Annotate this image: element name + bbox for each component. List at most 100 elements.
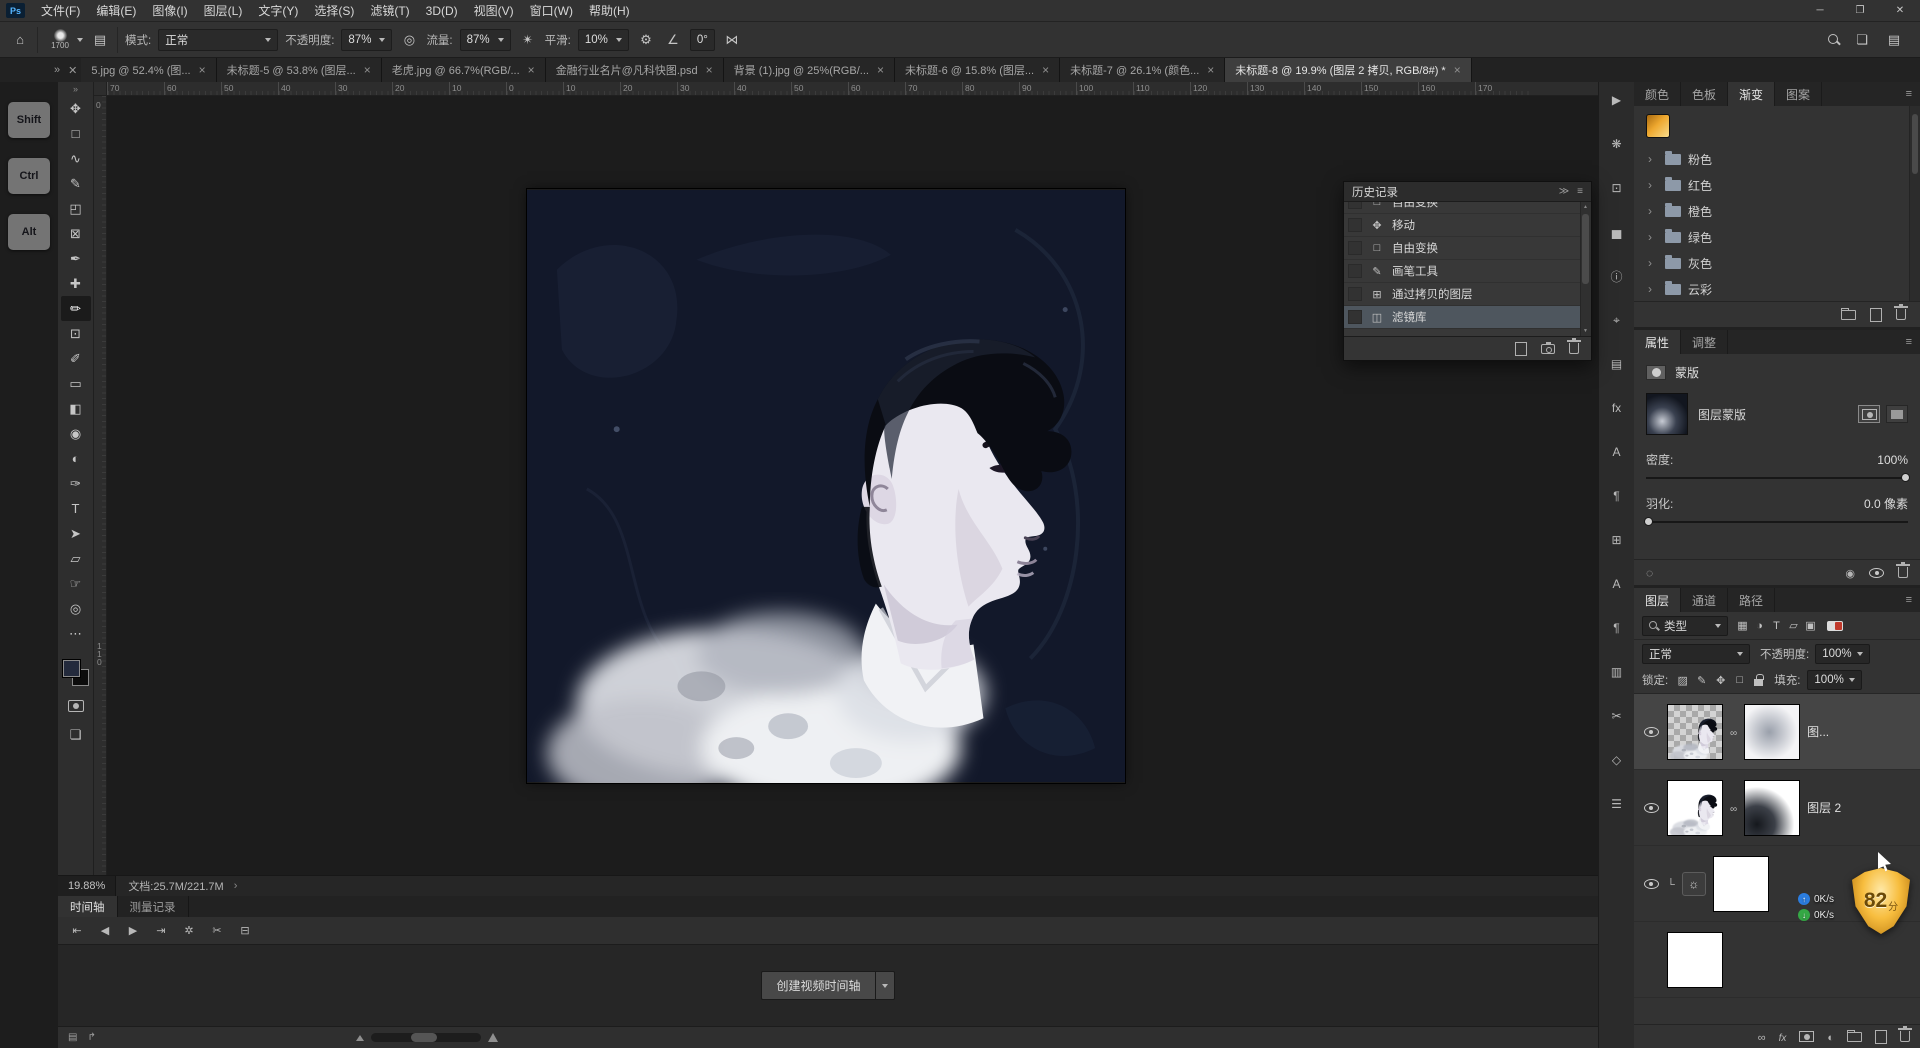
new-layer-button[interactable] [1875,1029,1887,1044]
filter-smart-object-icon[interactable]: ▣ [1802,619,1819,632]
next-frame-button[interactable]: ⇥ [152,924,170,937]
shortcut-key-button[interactable]: Alt [8,214,50,250]
lock-transparency-icon[interactable]: ▨ [1675,674,1690,687]
delete-layer-button[interactable] [1898,1026,1912,1042]
history-brush-source-checkbox[interactable] [1348,310,1362,324]
mask-link-icon[interactable] [1730,801,1737,815]
layer-visibility-toggle[interactable] [1642,878,1660,889]
brush-settings-panel-icon[interactable]: ❋ [1606,134,1628,154]
panel-tab[interactable]: 属性 [1634,330,1682,354]
opacity-select[interactable]: 87% [341,28,393,51]
dodge-tool[interactable]: ◐ [61,446,91,471]
paragraph-styles-panel-icon[interactable]: ¶ [1606,618,1628,638]
tab-overflow-icon[interactable]: » [50,58,64,82]
panel-tab[interactable]: 通道 [1681,588,1729,612]
scrollbar[interactable] [1909,106,1920,301]
new-group-button[interactable] [1847,1029,1862,1042]
brush-angle-field[interactable]: 0° [689,28,715,51]
gradient-group-row[interactable]: 红色 [1646,172,1908,198]
feather-value[interactable]: 0.0 像素 [1864,495,1908,512]
search-icon[interactable] [1828,33,1840,46]
layer-name[interactable]: 图层 2 [1807,799,1841,816]
airbrush-icon[interactable]: ✴ [518,32,538,48]
scrollbar[interactable] [1580,202,1591,336]
foreground-color-swatch[interactable] [62,660,80,677]
document-tab[interactable]: 金融行业名片@凡科快图.psd [545,58,724,82]
density-slider[interactable] [1646,473,1910,482]
filter-toggle-switch[interactable] [1827,620,1843,631]
gradient-group-row[interactable]: 云彩 [1646,276,1908,302]
layer-mask-thumbnail[interactable] [1667,931,1723,988]
load-selection-from-mask-button[interactable] [1646,566,1653,580]
character-styles-panel-icon[interactable]: A [1606,574,1628,594]
security-score-shield[interactable]: 82 分 [1852,868,1910,934]
clone-stamp-tool[interactable]: ⊡ [61,321,91,346]
layer-blend-mode-select[interactable]: 正常 [1642,643,1750,664]
marquee-tool[interactable]: □ [61,121,91,146]
chevron-right-icon[interactable] [1648,230,1658,244]
history-brush-source-checkbox[interactable] [1348,218,1362,232]
document-tab[interactable]: 老虎.jpg @ 66.7%(RGB/... [381,58,546,82]
close-icon[interactable] [1042,63,1049,77]
create-video-timeline-button[interactable]: 创建视频时间轴 [761,971,876,1000]
history-step[interactable]: ◫ 滤镜库 [1344,306,1591,329]
pressure-opacity-icon[interactable]: ◎ [399,32,419,48]
filter-shape-layers-icon[interactable]: ▱ [1785,619,1802,632]
panel-menu-icon[interactable]: ≡ [1577,186,1583,197]
workspace-icon[interactable]: ❏ [1852,32,1872,48]
zoom-in-icon[interactable] [487,1033,498,1042]
filter-pixel-layers-icon[interactable]: ▦ [1734,619,1751,632]
add-layer-mask-button[interactable] [1799,1031,1815,1042]
history-step[interactable]: ✥ 移动 [1344,214,1591,237]
split-clip-button[interactable]: ✂ [208,924,226,937]
chevron-right-icon[interactable] [1648,204,1658,218]
transition-button[interactable]: ⊟ [236,924,254,937]
filter-adjustment-layers-icon[interactable]: ◑ [1751,620,1768,632]
info-panel-icon[interactable]: ⓘ [1606,266,1628,286]
document-tab[interactable]: 未标题-7 @ 26.1% (颜色... [1060,58,1226,82]
audio-settings-button[interactable]: ✲ [180,924,198,937]
gradient-group-row[interactable]: 橙色 [1646,198,1908,224]
home-icon[interactable]: ⌂ [10,32,30,47]
panel-tab[interactable]: 图层 [1634,588,1682,612]
chevron-right-icon[interactable] [1648,282,1658,296]
lock-all-icon[interactable] [1754,673,1764,686]
path-selection-tool[interactable]: ➤ [61,521,91,546]
layer-row[interactable]: 图层 2 [1634,770,1920,846]
brush-preset-picker[interactable]: 1700 [45,29,83,50]
shape-tool[interactable]: ▱ [61,546,91,571]
histogram-panel-icon[interactable]: ▅ [1606,222,1628,242]
zoom-out-icon[interactable] [355,1034,364,1041]
zoom-tool[interactable]: ◎ [61,596,91,621]
quick-selection-tool[interactable]: ✎ [61,171,91,196]
eyedropper-tool[interactable]: ✒ [61,246,91,271]
lasso-tool[interactable]: ∿ [61,146,91,171]
history-step[interactable]: □ 自由变换 [1344,237,1591,260]
close-icon[interactable] [364,63,371,77]
navigator-panel-icon[interactable]: ⌖ [1606,310,1628,330]
history-step[interactable]: ✎ 画笔工具 [1344,260,1591,283]
panel-menu-icon[interactable]: ≡ [1898,330,1920,354]
timeline-tab[interactable]: 时间轴 [58,896,118,917]
paragraph-panel-icon[interactable]: ¶ [1606,486,1628,506]
vertical-ruler[interactable]: 0 110 [94,96,107,875]
maximize-button[interactable]: ❐ [1840,0,1880,22]
edit-toolbar-button[interactable]: ⋯ [61,621,91,646]
brush-tool[interactable]: ✏ [60,296,91,321]
panel-tab[interactable]: 调整 [1681,330,1729,354]
pen-tool[interactable]: ✑ [61,471,91,496]
slider-knob[interactable] [1901,473,1910,482]
feather-slider[interactable] [1644,517,1908,526]
panel-menu-icon[interactable]: ≡ [1898,82,1920,106]
new-snapshot-button[interactable] [1541,341,1555,354]
glyphs-panel-icon[interactable]: ⊞ [1606,530,1628,550]
layer-mask-thumbnail[interactable] [1744,703,1801,760]
brush-settings-toggle-icon[interactable]: ▤ [90,32,110,48]
density-value[interactable]: 100% [1877,453,1908,467]
history-step[interactable]: □ 自由变换 [1344,202,1591,214]
panel-tab[interactable]: 渐变 [1728,82,1776,106]
timeline-tab[interactable]: 测量记录 [117,896,189,917]
flatten-frames-icon[interactable]: ↱ [87,1032,95,1043]
document-tab[interactable]: 未标题-6 @ 15.8% (图层... [894,58,1061,82]
grid-view-icon[interactable]: ▤ [1884,32,1904,48]
